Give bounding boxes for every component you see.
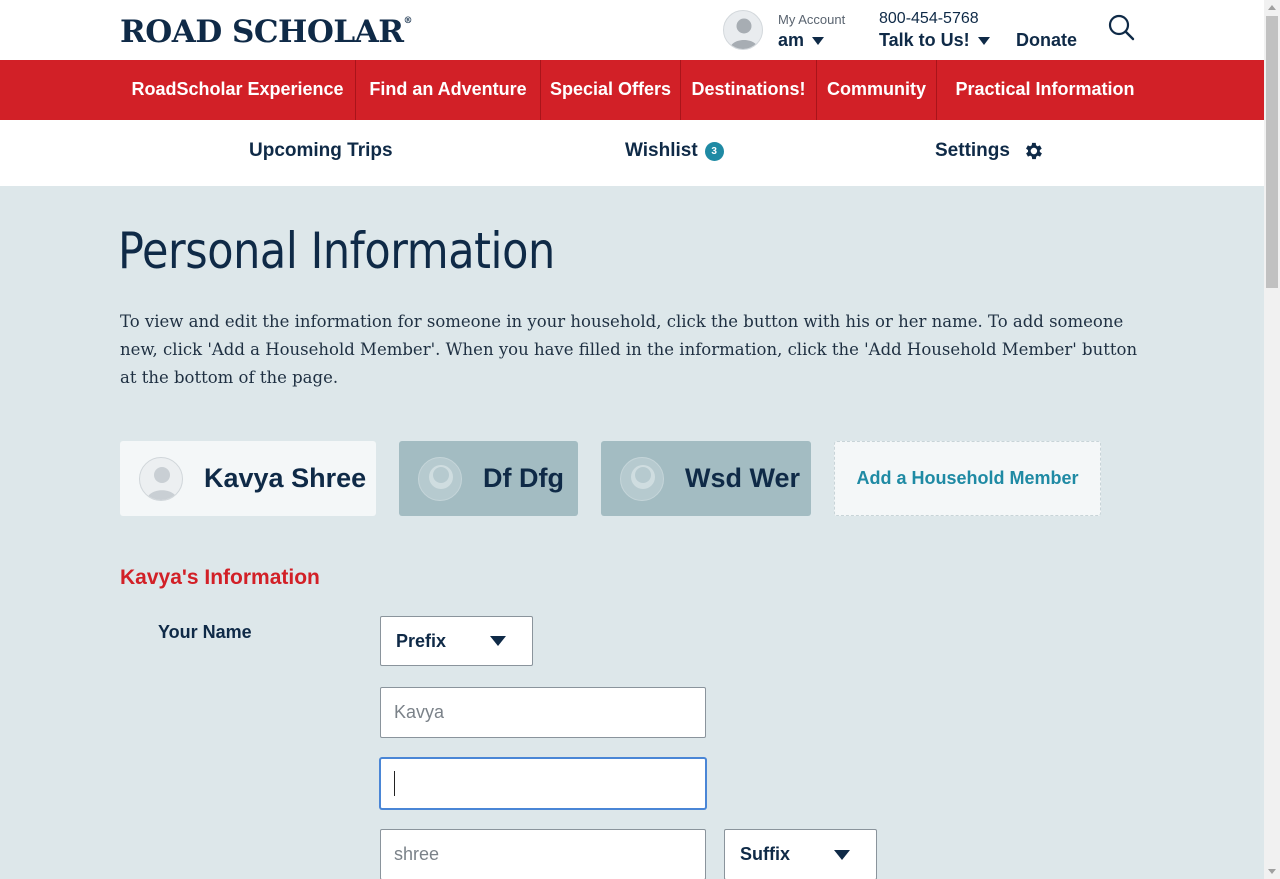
prefix-value: Prefix <box>396 630 447 651</box>
nav-item-practical-information[interactable]: Practical Information <box>937 60 1153 120</box>
tab-wishlist[interactable]: Wishlist 3 <box>625 140 724 162</box>
registered-mark: ® <box>403 16 412 26</box>
nav-item-special-offers[interactable]: Special Offers <box>541 60 680 120</box>
wishlist-label: Wishlist <box>625 140 698 161</box>
avatar-icon <box>418 456 462 501</box>
chevron-down-icon <box>977 36 990 45</box>
top-header: ROAD SCHOLAR® My Account am 800-454-5768… <box>0 0 1264 60</box>
middle-name-field[interactable] <box>380 758 706 809</box>
scrollbar-thumb[interactable] <box>1266 16 1278 288</box>
suffix-value: Suffix <box>740 844 791 864</box>
account-name: am <box>778 30 805 50</box>
nav-item-find-an-adventure[interactable]: Find an Adventure <box>356 60 540 120</box>
main-navigation: RoadScholar Experience Find an Adventure… <box>0 60 1264 120</box>
road-scholar-logo[interactable]: ROAD SCHOLAR® <box>120 14 412 50</box>
account-avatar-icon[interactable] <box>723 10 763 50</box>
household-member-button[interactable]: Df Dfg <box>399 441 578 516</box>
avatar-icon <box>139 456 183 501</box>
member-name: Df Dfg <box>483 463 564 493</box>
chevron-down-icon <box>834 849 850 860</box>
page-title: Personal Information <box>118 222 555 280</box>
tab-upcoming-trips[interactable]: Upcoming Trips <box>249 140 393 162</box>
talk-to-us-label: Talk to Us! <box>879 30 970 50</box>
member-name: Wsd Wer <box>685 463 801 493</box>
member-name: Kavya Shree <box>204 463 367 493</box>
first-name-field[interactable] <box>380 687 706 738</box>
household-member-button[interactable]: Kavya Shree <box>120 441 376 516</box>
search-icon[interactable] <box>1107 13 1135 41</box>
section-title: Kavya's Information <box>120 566 320 589</box>
phone-number[interactable]: 800-454-5768 <box>879 10 979 28</box>
prefix-select[interactable]: Prefix <box>380 616 533 666</box>
page-scrollbar[interactable] <box>1264 0 1280 879</box>
settings-label: Settings <box>935 140 1010 161</box>
account-subnav: Upcoming Trips Wishlist 3 Settings <box>0 120 1264 186</box>
nav-item-destinations[interactable]: Destinations! <box>681 60 816 120</box>
logo-text: ROAD SCHOLAR <box>120 14 404 50</box>
nav-item-community[interactable]: Community <box>817 60 936 120</box>
upcoming-trips-label: Upcoming Trips <box>249 140 393 161</box>
nav-item-roadscholar-experience[interactable]: RoadScholar Experience <box>120 60 355 120</box>
text-cursor <box>394 771 395 796</box>
tab-settings[interactable]: Settings <box>935 140 1044 162</box>
scroll-down-arrow-icon[interactable] <box>1268 869 1276 874</box>
add-household-member-button[interactable]: Add a Household Member <box>834 441 1101 516</box>
talk-to-us-button[interactable]: Talk to Us! <box>879 30 990 51</box>
household-member-button[interactable]: Wsd Wer <box>601 441 811 516</box>
donate-link[interactable]: Donate <box>1016 30 1077 51</box>
chevron-down-icon <box>490 636 506 646</box>
intro-text: To view and edit the information for som… <box>120 312 1138 387</box>
account-menu-button[interactable]: am <box>778 30 825 51</box>
wishlist-count-badge: 3 <box>704 141 724 161</box>
suffix-select[interactable]: Suffix <box>724 829 877 879</box>
chevron-down-icon <box>812 36 825 45</box>
gear-icon <box>1022 140 1044 162</box>
my-account-label: My Account <box>778 12 846 27</box>
last-name-field[interactable] <box>380 829 706 879</box>
scroll-up-arrow-icon[interactable] <box>1268 5 1276 10</box>
avatar-icon <box>620 456 664 501</box>
your-name-label: Your Name <box>158 622 252 642</box>
